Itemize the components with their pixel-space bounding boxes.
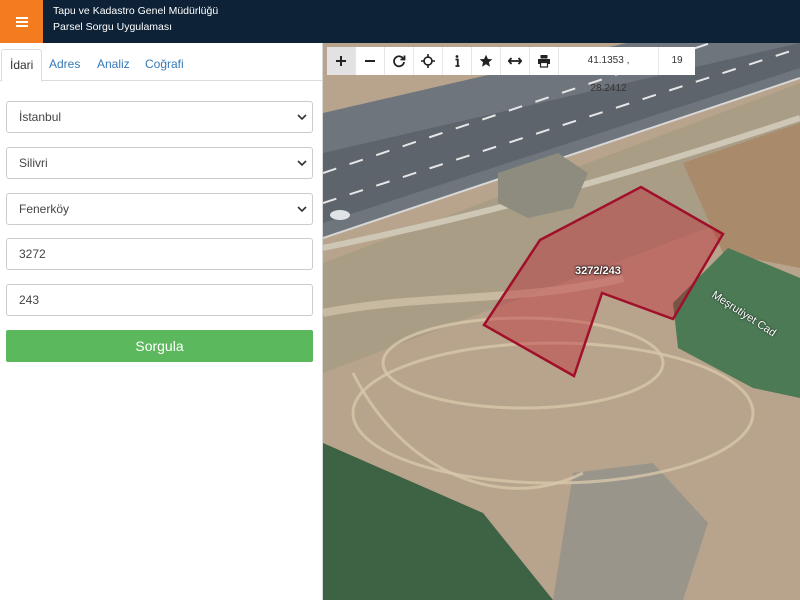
- app-subtitle: Parsel Sorgu Uygulaması: [53, 21, 173, 33]
- chevron-down-icon: [297, 114, 307, 121]
- province-select[interactable]: İstanbul: [6, 101, 313, 133]
- parcel-label: 3272/243: [575, 265, 621, 277]
- coordinate-readout: 41.1353 , 28.2412: [559, 47, 659, 94]
- menu-button[interactable]: [0, 0, 43, 43]
- tab-bar: İdari Adres Analiz Coğrafi: [0, 43, 322, 82]
- district-select[interactable]: Silivri: [6, 147, 313, 179]
- block-number-input[interactable]: 3272: [6, 238, 313, 270]
- zoom-in-button[interactable]: [327, 47, 356, 75]
- tab-cografi[interactable]: Coğrafi: [137, 49, 192, 81]
- query-sidebar: İdari Adres Analiz Coğrafi İstanbul Sili…: [0, 43, 323, 600]
- province-value: İstanbul: [19, 110, 62, 124]
- satellite-map[interactable]: 41.1353 , 28.2412 19 3272/243 Meşrutiyet…: [323, 43, 800, 600]
- hamburger-icon: [15, 16, 28, 27]
- favorite-button[interactable]: [472, 47, 501, 75]
- refresh-button[interactable]: [385, 47, 414, 75]
- star-icon: [479, 54, 493, 67]
- neighborhood-select[interactable]: Fenerköy: [6, 193, 313, 225]
- parcel-number-value: 243: [19, 293, 40, 307]
- locate-icon: [421, 54, 435, 68]
- app-title: Tapu ve Kadastro Genel Müdürlüğü: [53, 5, 219, 17]
- app-header: Tapu ve Kadastro Genel Müdürlüğü Parsel …: [0, 0, 800, 43]
- print-icon: [538, 55, 550, 68]
- block-number-value: 3272: [19, 247, 46, 261]
- query-button[interactable]: Sorgula: [6, 330, 313, 362]
- tab-idari[interactable]: İdari: [1, 49, 43, 82]
- satellite-imagery: [323, 43, 800, 600]
- chevron-down-icon: [297, 160, 307, 167]
- tab-analiz[interactable]: Analiz: [89, 49, 138, 81]
- info-button[interactable]: [443, 47, 472, 75]
- map-toolbar: 41.1353 , 28.2412 19: [327, 47, 695, 94]
- chevron-down-icon: [297, 206, 307, 213]
- parcel-number-input[interactable]: 243: [6, 284, 313, 316]
- zoom-out-button[interactable]: [356, 47, 385, 75]
- measure-button[interactable]: [501, 47, 530, 75]
- locate-button[interactable]: [414, 47, 443, 75]
- zoom-out-icon: [365, 60, 375, 62]
- refresh-icon: [393, 55, 406, 68]
- print-button[interactable]: [530, 47, 559, 75]
- zoom-level-readout: 19: [671, 55, 683, 66]
- neighborhood-value: Fenerköy: [19, 202, 70, 216]
- tab-adres[interactable]: Adres: [41, 49, 88, 81]
- zoom-in-icon: [336, 56, 346, 66]
- district-value: Silivri: [19, 156, 48, 170]
- measure-icon: [508, 57, 522, 65]
- info-icon: [455, 55, 460, 67]
